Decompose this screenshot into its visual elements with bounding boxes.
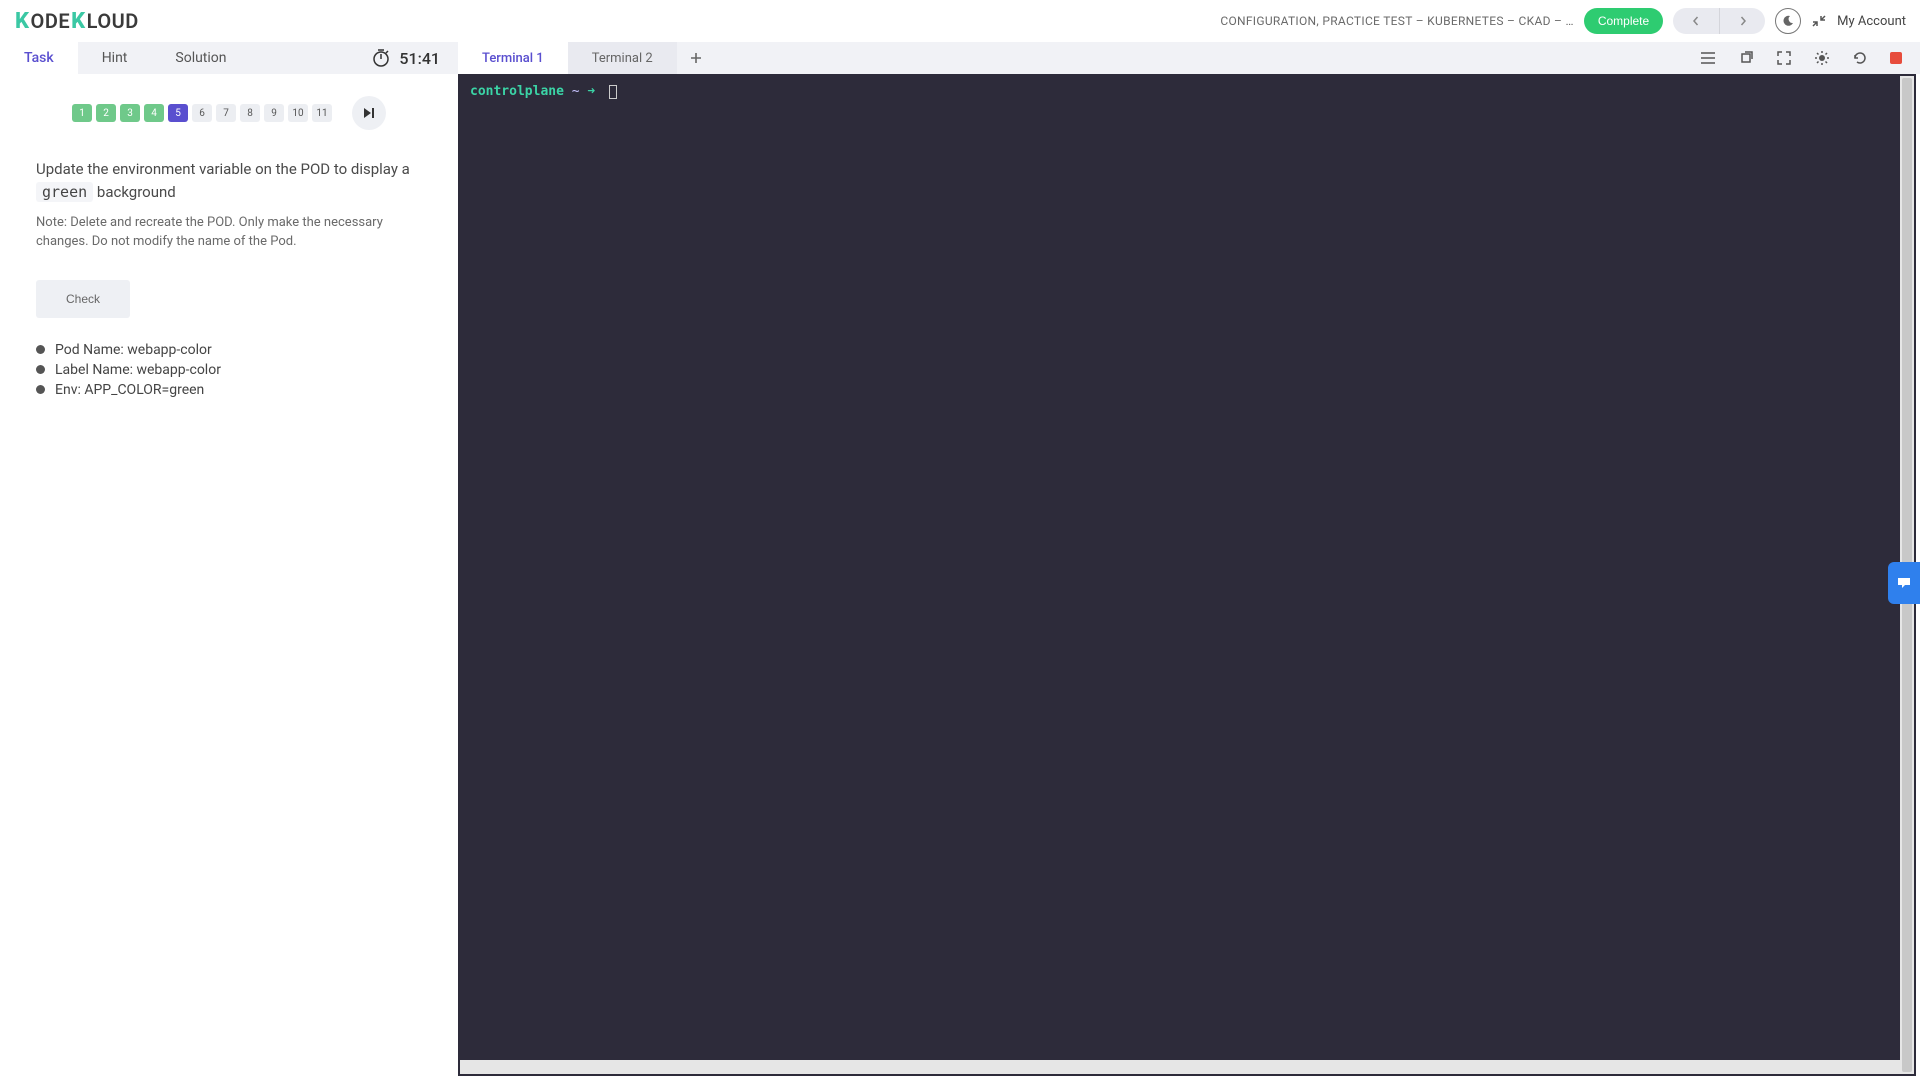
logo-k-left-icon: K xyxy=(15,9,30,34)
stopwatch-icon xyxy=(371,48,391,68)
fullscreen-icon[interactable] xyxy=(1776,50,1792,66)
tab-hint[interactable]: Hint xyxy=(78,42,152,74)
bullet-icon xyxy=(36,345,45,354)
right-panel: Terminal 1 Terminal 2 controlplane ~ ➜ xyxy=(458,42,1920,1080)
tabs-spacer: 51:41 xyxy=(251,42,458,74)
chat-icon xyxy=(1896,575,1912,591)
check-button[interactable]: Check xyxy=(36,280,130,318)
terminal-toolbar xyxy=(1700,42,1920,74)
criteria-text: Env: APP_COLOR=green xyxy=(55,382,204,398)
logo-text-2: LOUD xyxy=(87,9,139,33)
question-5[interactable]: 5 xyxy=(168,104,188,122)
question-3[interactable]: 3 xyxy=(120,104,140,122)
question-7[interactable]: 7 xyxy=(216,104,236,122)
add-terminal-button[interactable] xyxy=(677,42,715,74)
chevron-right-icon xyxy=(1738,16,1748,26)
plus-icon xyxy=(690,52,702,64)
restore-icon[interactable] xyxy=(1852,50,1868,66)
skip-to-end-button[interactable] xyxy=(352,96,386,130)
task-text-pre: Update the environment variable on the P… xyxy=(36,160,410,178)
prompt-host: controlplane xyxy=(470,84,564,99)
chat-fab[interactable] xyxy=(1888,562,1920,604)
task-note: Note: Delete and recreate the POD. Only … xyxy=(36,213,422,252)
timer-value: 51:41 xyxy=(399,49,440,68)
question-10[interactable]: 10 xyxy=(288,104,308,122)
bullet-icon xyxy=(36,385,45,394)
task-code-chip: green xyxy=(36,182,93,202)
timer: 51:41 xyxy=(371,48,440,68)
terminal-cursor xyxy=(609,85,617,99)
logo-k-right-icon: K xyxy=(71,9,86,34)
criteria-list: Pod Name: webapp-color Label Name: webap… xyxy=(36,340,422,400)
question-2[interactable]: 2 xyxy=(96,104,116,122)
theme-toggle-button[interactable] xyxy=(1775,8,1801,34)
collapse-icon xyxy=(1811,13,1827,29)
prev-button[interactable] xyxy=(1673,8,1719,34)
tab-solution[interactable]: Solution xyxy=(151,42,250,74)
menu-icon[interactable] xyxy=(1700,51,1716,65)
question-11[interactable]: 11 xyxy=(312,104,332,122)
question-6[interactable]: 6 xyxy=(192,104,212,122)
breadcrumb[interactable]: CONFIGURATION, PRACTICE TEST – KUBERNETE… xyxy=(1220,14,1573,28)
chevron-left-icon xyxy=(1691,16,1701,26)
question-9[interactable]: 9 xyxy=(264,104,284,122)
task-body: Update the environment variable on the P… xyxy=(0,140,458,418)
skip-end-icon xyxy=(362,106,376,120)
logo[interactable]: K ODE K LOUD xyxy=(14,9,139,34)
tab-task[interactable]: Task xyxy=(0,42,78,74)
terminal-tabs: Terminal 1 Terminal 2 xyxy=(458,42,1920,74)
header-right: CONFIGURATION, PRACTICE TEST – KUBERNETE… xyxy=(1220,8,1906,34)
question-4[interactable]: 4 xyxy=(144,104,164,122)
open-external-icon[interactable] xyxy=(1738,50,1754,66)
prompt-path: ~ xyxy=(572,84,580,99)
bullet-icon xyxy=(36,365,45,374)
moon-icon xyxy=(1782,15,1794,27)
list-item: Label Name: webapp-color xyxy=(36,360,422,380)
questions-bar: 1234567891011 xyxy=(0,74,458,140)
criteria-text: Label Name: webapp-color xyxy=(55,362,221,378)
task-text-post: background xyxy=(97,183,176,201)
left-tabs: Task Hint Solution 51:41 xyxy=(0,42,458,74)
logo-text-1: ODE xyxy=(31,9,71,33)
left-panel: Task Hint Solution 51:41 1234567891011 xyxy=(0,42,458,1080)
app-header: K ODE K LOUD CONFIGURATION, PRACTICE TES… xyxy=(0,0,1920,42)
collapse-button[interactable] xyxy=(1811,13,1827,29)
prompt-arrow: ➜ xyxy=(587,84,595,99)
list-item: Env: APP_COLOR=green xyxy=(36,380,422,400)
list-item: Pod Name: webapp-color xyxy=(36,340,422,360)
brightness-icon[interactable] xyxy=(1814,50,1830,66)
nav-arrows xyxy=(1673,8,1765,34)
criteria-text: Pod Name: webapp-color xyxy=(55,342,212,358)
tab-terminal-2[interactable]: Terminal 2 xyxy=(568,42,677,74)
question-1[interactable]: 1 xyxy=(72,104,92,122)
account-link[interactable]: My Account xyxy=(1837,14,1906,29)
terminal-scrollbar-horizontal[interactable] xyxy=(460,1060,1900,1074)
next-button[interactable] xyxy=(1719,8,1765,34)
task-text: Update the environment variable on the P… xyxy=(36,158,422,205)
header-left: K ODE K LOUD xyxy=(14,9,139,34)
main: Task Hint Solution 51:41 1234567891011 xyxy=(0,42,1920,1080)
question-8[interactable]: 8 xyxy=(240,104,260,122)
complete-button[interactable]: Complete xyxy=(1584,8,1663,34)
terminal[interactable]: controlplane ~ ➜ xyxy=(458,74,1916,1076)
stop-button[interactable] xyxy=(1890,52,1902,64)
tab-terminal-1[interactable]: Terminal 1 xyxy=(458,42,568,74)
